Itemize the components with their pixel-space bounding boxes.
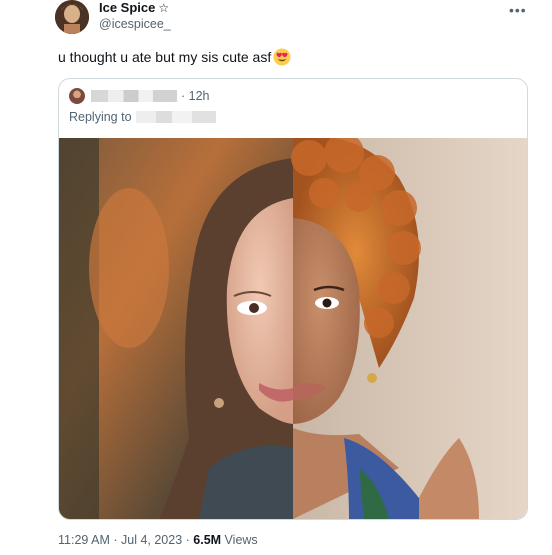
views-label: Views	[221, 533, 258, 547]
heart-eyes-emoji	[273, 48, 291, 66]
tweet-time[interactable]: 11:29 AM	[58, 533, 110, 547]
replying-to: Replying to	[69, 110, 216, 124]
tweet-meta: 11:29 AM · Jul 4, 2023 · 6.5M Views	[58, 533, 258, 547]
author-display-name[interactable]: Ice Spice	[99, 0, 155, 15]
star-outline-icon: ☆	[158, 0, 170, 15]
author-avatar[interactable]	[55, 0, 89, 34]
more-icon[interactable]: •••	[509, 2, 527, 18]
replying-to-label: Replying to	[69, 110, 132, 124]
quoted-tweet-card[interactable]: · 12h Replying to	[58, 78, 528, 520]
tweet-text-content: u thought u ate but my sis cute asf	[58, 49, 272, 65]
tweet: Ice Spice ☆ @icespicee_ ••• u thought u …	[0, 0, 552, 555]
quoted-author-avatar[interactable]	[69, 88, 85, 104]
quoted-tweet-header: · 12h	[69, 88, 210, 104]
meta-separator: ·	[109, 533, 121, 547]
blurred-reply-handle	[135, 111, 216, 123]
tweet-text: u thought u ate but my sis cute asf	[58, 48, 291, 66]
meta-separator: ·	[182, 533, 194, 547]
blurred-author-name	[91, 90, 177, 102]
author-handle[interactable]: @icespicee_	[99, 17, 171, 31]
tweet-date[interactable]: Jul 4, 2023	[121, 533, 182, 547]
quoted-tweet-time[interactable]: · 12h	[181, 89, 210, 103]
views-count: 6.5M	[193, 533, 222, 547]
quoted-tweet-photo[interactable]	[59, 138, 527, 519]
